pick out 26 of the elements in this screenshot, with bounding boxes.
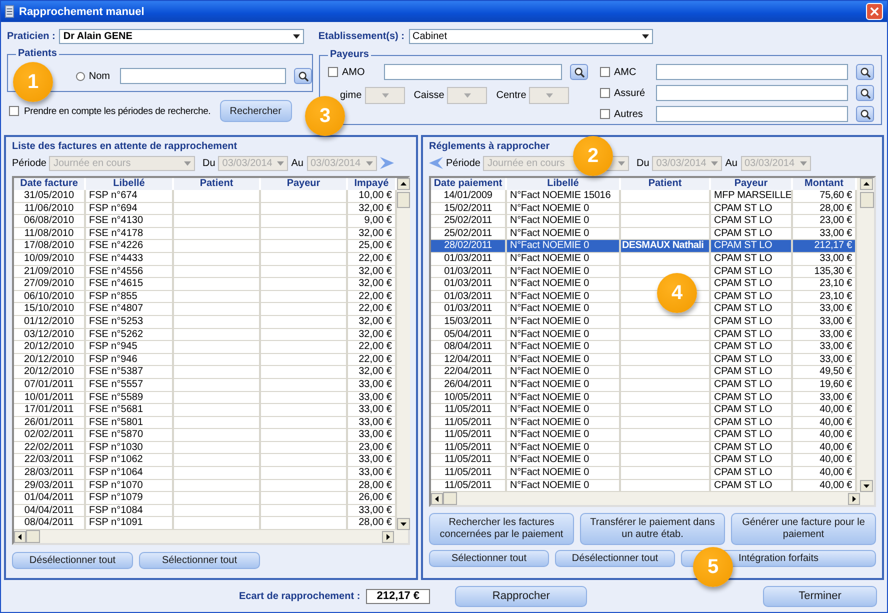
field-label: Caisse <box>414 90 444 100</box>
field-label: Période <box>12 158 46 168</box>
step-callout-tooltip: 1 <box>13 62 53 102</box>
field-label: Période <box>446 158 480 168</box>
field-label: Etablissement(s) : <box>318 30 404 42</box>
panel-title: Réglements à rapprocher <box>429 141 551 154</box>
checkbox-label: AMO <box>342 66 366 78</box>
field-label: Au <box>725 158 738 168</box>
field-label: Du <box>202 158 216 168</box>
group-title: Payeurs <box>328 49 371 60</box>
radio-label: Nom <box>88 70 110 82</box>
field-label: Praticien : <box>7 30 56 42</box>
panel-title: Liste des factures en attente de rapprochement <box>12 141 238 154</box>
checkbox-label: AMC <box>614 66 638 78</box>
step-callout-tooltip: 5 <box>693 547 733 587</box>
difference-field: 212,17 € <box>366 588 430 604</box>
checkbox-label: Autres <box>614 108 644 120</box>
window-title: Rapprochement manuel <box>19 6 144 18</box>
checkbox-label: Assuré <box>614 88 646 98</box>
field-label: Au <box>291 158 304 168</box>
step-callout-tooltip: 2 <box>573 136 613 176</box>
field-label: Du <box>636 158 650 168</box>
checkbox-label: Prendre en compte les périodes de recherche. <box>24 106 211 116</box>
group-title: Patients <box>16 48 59 59</box>
field-label: Centre <box>496 90 526 100</box>
field-label: Ecart de rapprochement : <box>239 590 360 602</box>
